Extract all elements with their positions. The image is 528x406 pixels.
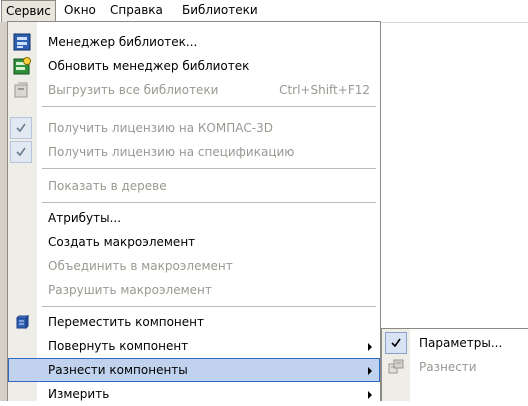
- menu-item-label: Разнести компоненты: [48, 363, 188, 377]
- menu-item-library-manager[interactable]: Менеджер библиотек...: [8, 30, 380, 54]
- menu-item-measure[interactable]: Измерить: [8, 382, 380, 406]
- menu-separator: [42, 106, 376, 107]
- menu-item-explode-components[interactable]: Разнести компоненты: [8, 358, 380, 382]
- submenu-arrow-icon: [368, 343, 372, 351]
- menu-help[interactable]: Справка: [106, 0, 167, 21]
- menu-item-label: Измерить: [48, 387, 110, 401]
- menu-help-label: Справка: [110, 3, 163, 17]
- menu-item-license-specification[interactable]: Получить лицензию на спецификацию: [8, 140, 380, 164]
- submenu-item-label: Параметры...: [419, 336, 503, 350]
- submenu-item-parameters[interactable]: Параметры...: [382, 331, 528, 355]
- menu-item-label: Переместить компонент: [48, 315, 204, 329]
- menu-item-move-component[interactable]: Переместить компонент: [8, 310, 380, 334]
- menu-separator: [42, 306, 376, 307]
- submenu-item-explode[interactable]: Разнести: [382, 355, 528, 379]
- app-background-strip: [0, 22, 7, 401]
- menu-window-label: Окно: [64, 3, 96, 17]
- unload-libraries-icon: [13, 81, 31, 99]
- checkmark-icon: [10, 117, 32, 139]
- menu-window[interactable]: Окно: [60, 0, 100, 21]
- menu-item-show-in-tree[interactable]: Показать в дереве: [8, 174, 380, 198]
- menu-item-unload-libraries[interactable]: Выгрузить все библиотеки Ctrl+Shift+F12: [8, 78, 380, 102]
- menu-item-label: Объединить в макроэлемент: [48, 259, 233, 273]
- menu-item-label: Менеджер библиотек...: [48, 35, 198, 49]
- menu-item-label: Создать макроэлемент: [48, 235, 196, 249]
- service-dropdown-menu: Менеджер библиотек... Обновить менеджер …: [7, 21, 381, 401]
- menu-item-label: Обновить менеджер библиотек: [48, 59, 250, 73]
- menu-item-merge-macro[interactable]: Объединить в макроэлемент: [8, 254, 380, 278]
- explode-submenu: Параметры... Разнести: [381, 328, 528, 401]
- menu-item-refresh-library-manager[interactable]: Обновить менеджер библиотек: [8, 54, 380, 78]
- refresh-library-icon: [13, 57, 31, 75]
- menu-libraries-label: Библиотеки: [182, 3, 258, 17]
- checkmark-icon: [10, 141, 32, 163]
- submenu-arrow-icon: [368, 391, 372, 399]
- menu-separator: [42, 202, 376, 203]
- menu-item-label: Показать в дереве: [48, 179, 167, 193]
- menu-item-create-macro[interactable]: Создать макроэлемент: [8, 230, 380, 254]
- menu-item-label: Получить лицензию на спецификацию: [48, 145, 295, 159]
- menu-item-label: Выгрузить все библиотеки: [48, 83, 219, 97]
- menu-item-label: Разрушить макроэлемент: [48, 283, 212, 297]
- submenu-item-label: Разнести: [419, 360, 477, 374]
- menu-service-label: Сервис: [6, 4, 51, 18]
- menu-item-rotate-component[interactable]: Повернуть компонент: [8, 334, 380, 358]
- menu-item-destroy-macro[interactable]: Разрушить макроэлемент: [8, 278, 380, 302]
- menu-service[interactable]: Сервис: [1, 0, 56, 22]
- menubar: Сервис Окно Справка Библиотеки: [0, 0, 528, 23]
- checkmark-icon: [385, 332, 407, 354]
- menu-item-attributes[interactable]: Атрибуты...: [8, 206, 380, 230]
- explode-icon: [387, 358, 405, 376]
- library-manager-icon: [13, 33, 31, 51]
- menu-item-shortcut: Ctrl+Shift+F12: [279, 83, 370, 97]
- menu-item-label: Повернуть компонент: [48, 339, 189, 353]
- menu-item-license-kompas[interactable]: Получить лицензию на КОМПАС-3D: [8, 116, 380, 140]
- menu-libraries[interactable]: Библиотеки: [178, 0, 262, 21]
- submenu-arrow-icon: [368, 367, 372, 375]
- move-component-icon: [13, 313, 31, 331]
- menu-item-label: Атрибуты...: [48, 211, 122, 225]
- menu-item-label: Получить лицензию на КОМПАС-3D: [48, 121, 274, 135]
- menu-separator: [42, 168, 376, 169]
